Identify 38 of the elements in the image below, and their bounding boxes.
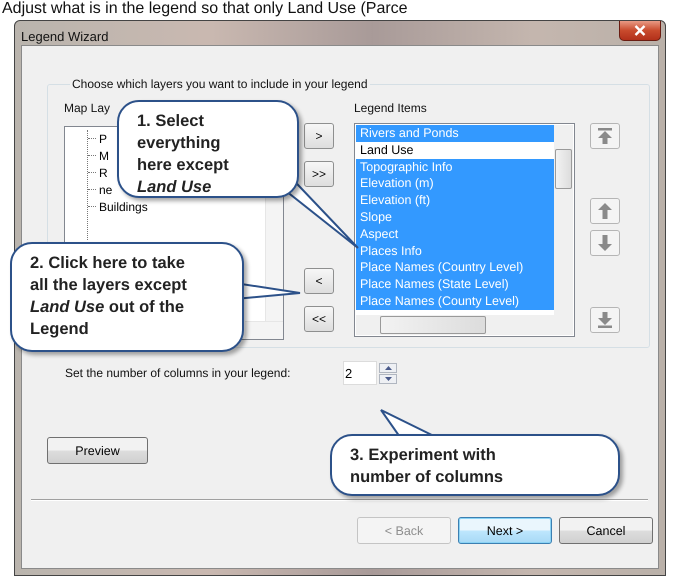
move-button[interactable] bbox=[590, 230, 620, 256]
horizontal-scrollbar[interactable] bbox=[356, 315, 573, 335]
window-title: Legend Wizard bbox=[21, 29, 108, 44]
transfer-button[interactable]: << bbox=[304, 306, 334, 332]
callout: 1. Select everything here except Land Use bbox=[117, 100, 299, 198]
arrow-to-bottom-icon bbox=[597, 311, 613, 329]
transfer-button[interactable]: < bbox=[304, 268, 334, 294]
columns-label: Set the number of columns in your legend: bbox=[65, 366, 292, 380]
close-icon bbox=[634, 25, 646, 36]
spin-down-button[interactable] bbox=[379, 374, 397, 384]
arrow-up-icon bbox=[597, 202, 613, 220]
legend-items-label: Legend Items bbox=[354, 101, 428, 117]
columns-input[interactable]: 2 bbox=[343, 361, 377, 385]
move-button[interactable] bbox=[590, 123, 620, 149]
tree-item[interactable]: ne bbox=[98, 182, 114, 196]
wizard-button[interactable]: Cancel bbox=[559, 517, 653, 544]
move-button[interactable] bbox=[590, 198, 620, 224]
close-button[interactable] bbox=[619, 21, 661, 41]
spin-up-button[interactable] bbox=[379, 362, 397, 372]
tree-item[interactable]: R bbox=[98, 166, 109, 180]
vertical-scrollbar[interactable] bbox=[554, 125, 573, 315]
tree-item[interactable]: Buildings bbox=[98, 200, 149, 214]
wizard-button[interactable]: Next > bbox=[458, 517, 552, 544]
preview-button[interactable]: Preview bbox=[47, 437, 148, 464]
map-layers-label: Map Lay bbox=[64, 101, 112, 117]
arrow-down-icon bbox=[597, 234, 613, 252]
caption-text: Adjust what is in the legend so that only Land Use (Parce bbox=[1, 0, 409, 19]
caret-down-icon bbox=[384, 376, 392, 380]
callout: 2. Click here to take all the layers except Land Use out of the Legend bbox=[10, 242, 244, 352]
horizontal-scrollbar[interactable] bbox=[245, 321, 283, 339]
tree-item[interactable]: M bbox=[98, 148, 110, 162]
group-title: Choose which layers you want to include in your legend bbox=[71, 77, 369, 91]
transfer-button[interactable]: > bbox=[304, 123, 334, 149]
transfer-button[interactable]: >> bbox=[304, 161, 334, 187]
caret-up-icon bbox=[384, 366, 392, 370]
move-button[interactable] bbox=[590, 307, 620, 333]
arrow-to-top-icon bbox=[597, 127, 613, 145]
tree-item[interactable]: P bbox=[98, 132, 108, 146]
